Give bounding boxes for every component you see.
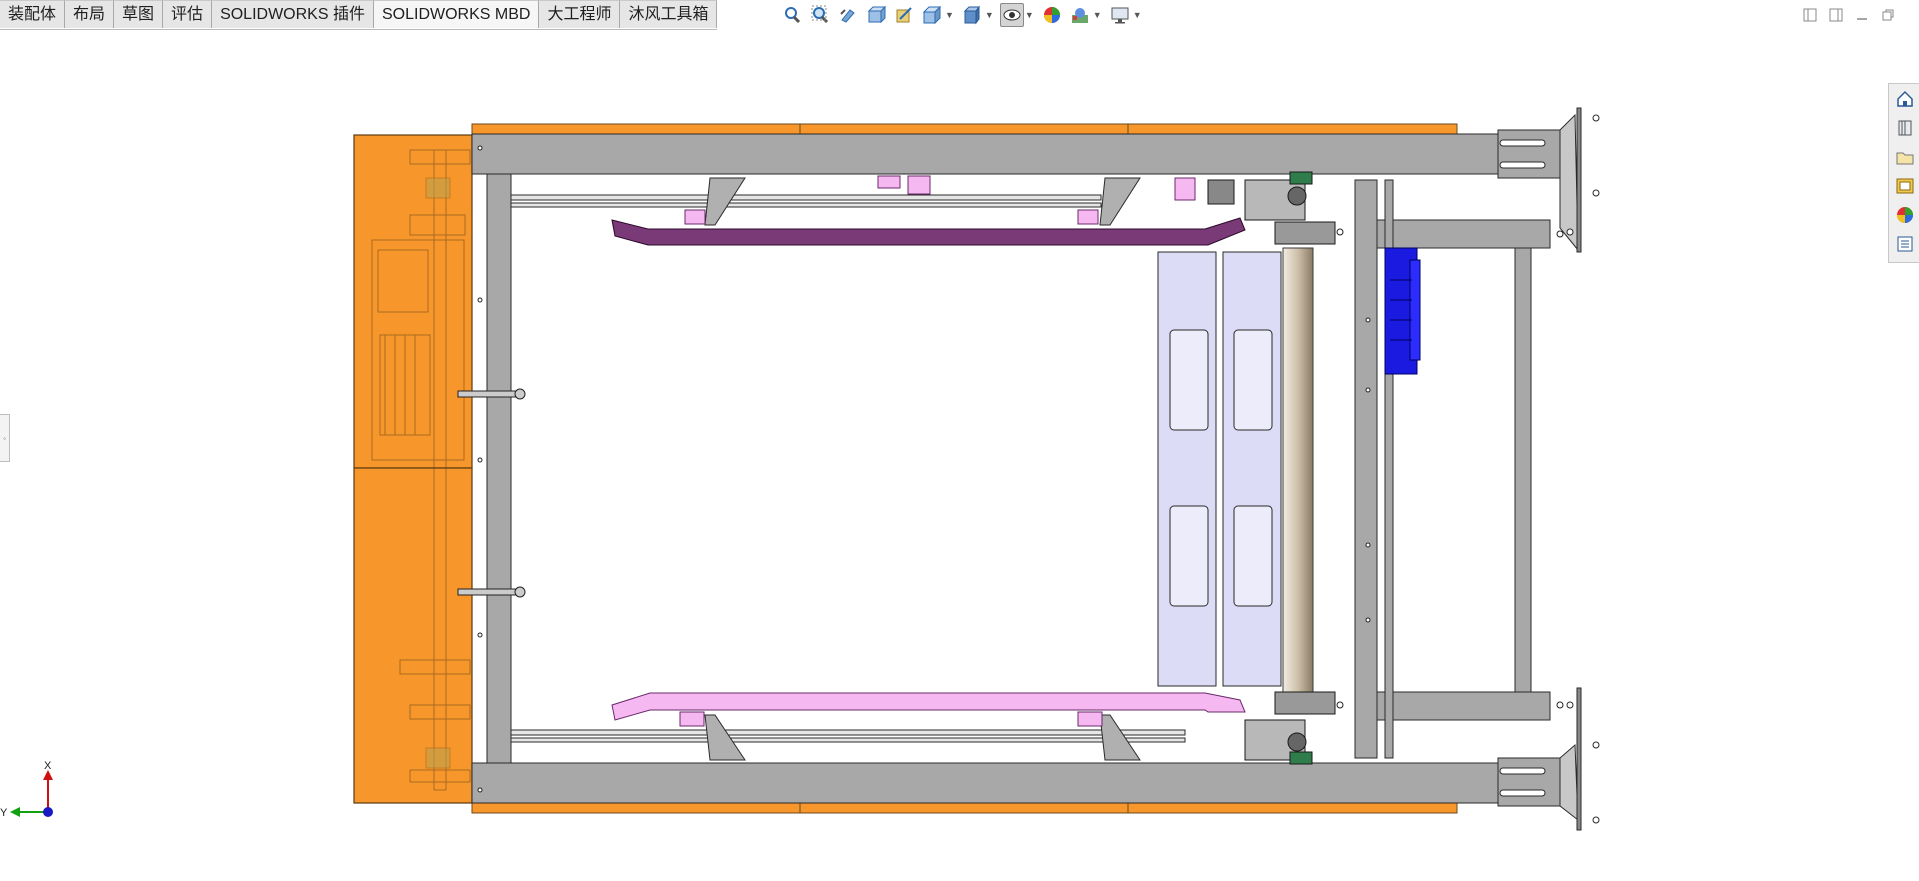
support-plates[interactable] [1157, 251, 1282, 687]
tab-big-engineer[interactable]: 大工程师 [539, 0, 621, 28]
previous-view-icon[interactable] [836, 3, 860, 27]
hide-show-items-icon[interactable] [999, 3, 1024, 27]
chevron-down-icon[interactable]: ▼ [1133, 10, 1142, 20]
window-controls [1801, 6, 1897, 24]
tab-sketch[interactable]: 草图 [114, 0, 164, 28]
gusset-brackets [704, 177, 1141, 761]
tab-solidworks-mbd[interactable]: SOLIDWORKS MBD [373, 0, 540, 28]
chevron-down-icon[interactable]: ▼ [1093, 10, 1102, 20]
dynamic-annotation-icon[interactable] [892, 3, 916, 27]
minimize-icon[interactable] [1853, 6, 1871, 24]
heads-up-view-toolbar: ▼ ▼ ▼ ▼ ▼ [780, 2, 1144, 28]
tab-solidworks-addins[interactable]: SOLIDWORKS 插件 [212, 0, 374, 28]
chevron-down-icon[interactable]: ▼ [985, 10, 994, 20]
drive-roller[interactable] [1282, 247, 1314, 693]
chevron-down-icon[interactable]: ▼ [1025, 10, 1034, 20]
display-style-icon[interactable] [960, 3, 984, 27]
tile-right-icon[interactable] [1827, 6, 1845, 24]
restore-icon[interactable] [1879, 6, 1897, 24]
view-settings-icon[interactable] [1108, 3, 1132, 27]
tab-assembly[interactable]: 装配体 [0, 0, 66, 28]
chevron-down-icon[interactable]: ▼ [945, 10, 954, 20]
tab-evaluate[interactable]: 评估 [163, 0, 213, 28]
edit-appearance-icon[interactable] [1040, 3, 1064, 27]
guide-rods [510, 194, 1186, 743]
apply-scene-icon[interactable] [1068, 3, 1092, 27]
command-manager-tabs: 装配体 布局 草图 评估 SOLIDWORKS 插件 SOLIDWORKS MB… [0, 0, 718, 30]
reference-triad: X Y [0, 760, 53, 819]
tile-left-icon[interactable] [1801, 6, 1819, 24]
tab-layout[interactable]: 布局 [65, 0, 115, 28]
zoom-to-fit-icon[interactable] [780, 3, 804, 27]
zoom-to-area-icon[interactable] [808, 3, 832, 27]
tab-mufeng-toolbox[interactable]: 沐风工具箱 [620, 0, 718, 28]
gear-motor[interactable] [1384, 247, 1421, 375]
triad-x-label: X [44, 760, 52, 772]
graphics-area[interactable] [0, 30, 1919, 881]
section-view-icon[interactable] [864, 3, 888, 27]
triad-y-label: Y [0, 807, 8, 819]
view-orientation-icon[interactable] [920, 3, 944, 27]
